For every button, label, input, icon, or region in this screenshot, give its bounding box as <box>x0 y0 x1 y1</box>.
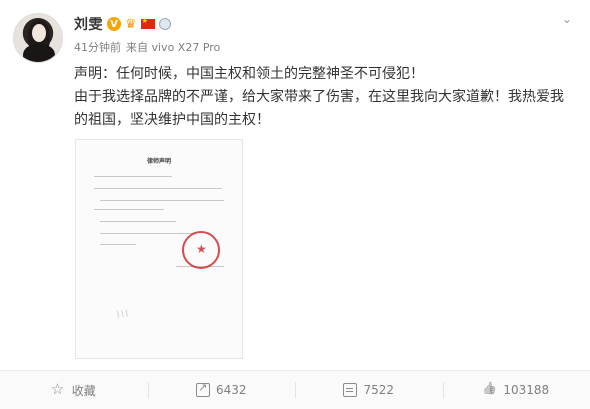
avatar-body <box>23 44 55 62</box>
statement-title: 律师声明 <box>146 158 171 165</box>
red-seal <box>182 231 220 269</box>
like-count: 103188 <box>503 383 550 397</box>
post-content: 声明：任何时候，中国主权和领土的完整神圣不可侵犯！ 由于我选择品牌的不严谨，给大… <box>74 63 574 132</box>
like-button[interactable]: 103188 <box>442 371 590 409</box>
crown-icon[interactable]: ♛ <box>125 17 137 32</box>
doc-line <box>100 233 194 234</box>
post-meta: 41分钟前 来自 vivo X27 Pro <box>74 39 220 55</box>
favorite-label: 收藏 <box>71 383 96 398</box>
comment-icon <box>343 383 358 397</box>
share-button[interactable]: 6432 <box>147 371 296 409</box>
username[interactable]: 刘雯 <box>74 14 103 34</box>
avatar[interactable] <box>13 13 63 63</box>
post-paragraph: 声明：任何时候，中国主权和领土的完整神圣不可侵犯！ <box>74 66 424 82</box>
medal-icon[interactable] <box>158 18 171 30</box>
post-source[interactable]: 来自 vivo X27 Pro <box>126 39 220 55</box>
doc-line <box>100 200 224 201</box>
share-count: 6432 <box>215 383 247 397</box>
doc-line <box>94 188 222 189</box>
action-bar: 收藏 6432 7522 103188 <box>0 370 590 409</box>
avatar-face <box>32 24 46 42</box>
post-time[interactable]: 41分钟前 <box>74 39 121 55</box>
comment-count: 7522 <box>363 383 395 397</box>
comment-button[interactable]: 7522 <box>295 371 443 409</box>
doc-line <box>100 221 176 222</box>
favorite-button[interactable]: 收藏 <box>0 371 148 409</box>
doc-line <box>94 209 164 210</box>
doc-line <box>100 244 136 245</box>
post-header: 刘雯 V ♛ <box>74 14 171 34</box>
image-watermark: ⌇⌇⌇ <box>115 309 130 321</box>
doc-line <box>94 176 172 177</box>
chevron-down-icon[interactable]: ⌄ <box>562 12 578 26</box>
share-icon <box>195 381 210 397</box>
star-icon <box>51 380 66 398</box>
post-image-statement[interactable]: 律师声明 ⌇⌇⌇ <box>75 139 243 359</box>
post-paragraph: 由于我选择品牌的不严谨，给大家带来了伤害，在这里我向大家道歉！我热爱我的祖国，坚… <box>74 89 564 128</box>
china-flag-icon[interactable] <box>140 17 155 29</box>
verified-v-icon[interactable]: V <box>107 17 121 31</box>
thumbs-up-icon <box>483 383 497 397</box>
